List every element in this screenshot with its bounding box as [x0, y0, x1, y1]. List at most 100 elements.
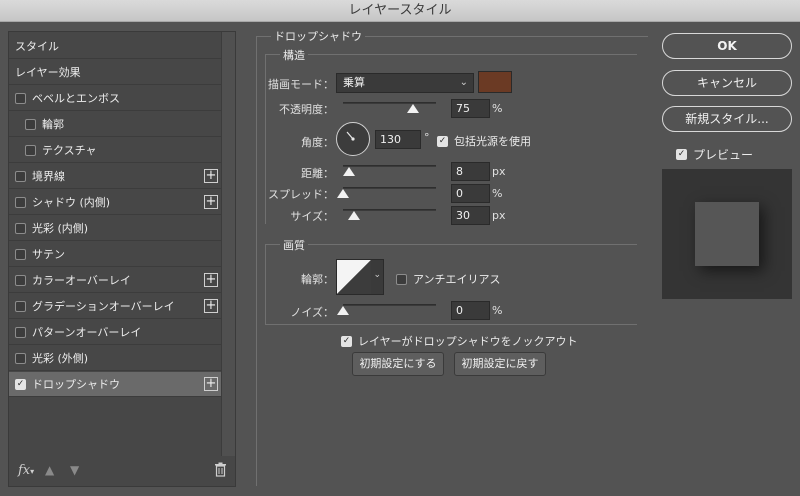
cancel-button[interactable]: キャンセル: [662, 70, 792, 96]
spread-input[interactable]: 0: [451, 184, 490, 203]
move-up-icon[interactable]: ▲: [45, 463, 54, 477]
ok-button[interactable]: OK: [662, 33, 792, 59]
preview-label: プレビュー: [693, 148, 754, 162]
style-item-checkbox[interactable]: [15, 196, 26, 208]
style-item-checkbox[interactable]: [15, 222, 26, 234]
preview-checkbox[interactable]: ✓ プレビュー: [676, 146, 753, 163]
quality-heading: 画質: [280, 237, 308, 253]
style-item-checkbox[interactable]: [15, 300, 26, 312]
style-item-checkbox[interactable]: [15, 326, 26, 338]
contour-preview-icon: [337, 260, 371, 294]
angle-label: 角度：: [301, 136, 334, 149]
spread-slider-thumb[interactable]: [337, 189, 349, 198]
style-item-label: カラーオーバーレイ: [32, 274, 131, 287]
knockout-checkbox[interactable]: ✓ レイヤーがドロップシャドウをノックアウト: [341, 333, 577, 349]
style-item[interactable]: テクスチャ: [9, 138, 221, 163]
style-item[interactable]: シャドウ (内側) +: [9, 190, 221, 215]
spread-unit: %: [492, 187, 503, 200]
move-down-icon[interactable]: ▼: [70, 463, 79, 477]
noise-slider[interactable]: [343, 304, 436, 306]
panel-frame-left: [256, 36, 257, 486]
preview-thumbnail: [695, 202, 759, 266]
style-item[interactable]: カラーオーバーレイ +: [9, 268, 221, 293]
style-item-checkbox[interactable]: [15, 352, 26, 364]
distance-input[interactable]: 8: [451, 162, 490, 181]
style-list-panel: スタイル レイヤー効果 ベベルとエンボス 輪郭 テクスチャ 境界線 + シャドウ (内側) + 光…: [8, 31, 236, 487]
style-item-label: ベベルとエンボス: [32, 92, 120, 105]
style-item-checkbox[interactable]: [15, 248, 26, 260]
style-item[interactable]: 光彩 (内側): [9, 216, 221, 241]
style-item[interactable]: パターンオーバーレイ: [9, 320, 221, 345]
window-title-bar: レイヤースタイル: [0, 0, 800, 22]
preview-check-icon[interactable]: ✓: [676, 149, 687, 160]
style-item[interactable]: 境界線 +: [9, 164, 221, 189]
add-effect-plus-icon[interactable]: +: [204, 169, 218, 183]
opacity-slider-thumb[interactable]: [406, 104, 419, 113]
contour-picker[interactable]: ⌄: [336, 259, 384, 295]
angle-unit: °: [424, 131, 430, 144]
antialias-check-icon[interactable]: [396, 273, 407, 285]
style-item-checkbox[interactable]: [15, 274, 26, 286]
style-item[interactable]: ✓ ドロップシャドウ +: [9, 372, 221, 397]
style-item[interactable]: サテン: [9, 242, 221, 267]
noise-label: ノイズ：: [290, 306, 334, 319]
style-item-checkbox[interactable]: [15, 170, 26, 182]
noise-slider-thumb[interactable]: [337, 306, 349, 315]
style-list-scrollbar[interactable]: [221, 32, 235, 456]
fx-label: fx: [18, 463, 31, 478]
shadow-color-swatch[interactable]: [478, 71, 512, 93]
opacity-slider[interactable]: [343, 102, 436, 104]
size-input[interactable]: 30: [451, 206, 490, 225]
angle-input[interactable]: 130: [375, 130, 421, 149]
angle-dial[interactable]: [336, 122, 370, 156]
distance-slider[interactable]: [343, 165, 436, 167]
style-list-footer: fx▾ ▲ ▼: [9, 456, 235, 486]
style-item[interactable]: 輪郭: [9, 112, 221, 137]
add-effect-plus-icon[interactable]: +: [204, 273, 218, 287]
knockout-check-icon[interactable]: ✓: [341, 335, 352, 347]
size-slider-thumb[interactable]: [348, 211, 361, 220]
add-effect-plus-icon[interactable]: +: [204, 377, 218, 391]
new-style-button[interactable]: 新規スタイル...: [662, 106, 792, 132]
add-effect-plus-icon[interactable]: +: [204, 299, 218, 313]
noise-unit: %: [492, 304, 503, 317]
reset-default-button[interactable]: 初期設定に戻す: [454, 352, 546, 376]
panel-title: ドロップシャドウ: [271, 28, 365, 44]
style-item[interactable]: 光彩 (外側): [9, 346, 221, 371]
antialias-checkbox[interactable]: アンチエイリアス: [396, 271, 501, 287]
global-light-check-icon[interactable]: ✓: [437, 135, 448, 147]
style-item-checkbox[interactable]: ✓: [15, 378, 26, 390]
size-unit: px: [492, 209, 506, 222]
blend-mode-value: 乗算: [343, 76, 365, 89]
style-item[interactable]: スタイル: [9, 34, 221, 59]
style-item-label: テクスチャ: [42, 144, 97, 157]
quality-frame-bottom: [265, 324, 637, 325]
add-effect-plus-icon[interactable]: +: [204, 195, 218, 209]
style-item-checkbox[interactable]: [15, 92, 26, 104]
blend-mode-select[interactable]: 乗算 ⌄: [336, 73, 474, 93]
style-item-checkbox[interactable]: [25, 118, 36, 130]
style-item-checkbox[interactable]: [25, 144, 36, 156]
style-item[interactable]: グラデーションオーバーレイ +: [9, 294, 221, 319]
style-item[interactable]: ベベルとエンボス: [9, 86, 221, 111]
style-item-label: スタイル: [15, 40, 59, 53]
spread-slider[interactable]: [343, 187, 436, 189]
distance-label: 距離：: [301, 167, 334, 180]
make-default-button[interactable]: 初期設定にする: [352, 352, 444, 376]
distance-slider-thumb[interactable]: [342, 167, 355, 176]
noise-input[interactable]: 0: [451, 301, 490, 320]
style-preview: [662, 169, 792, 299]
blend-mode-label: 描画モード：: [268, 78, 334, 91]
style-item-label: 境界線: [32, 170, 65, 183]
style-item-label: レイヤー効果: [15, 66, 81, 79]
fx-menu-icon[interactable]: fx▾: [18, 463, 34, 478]
trash-icon[interactable]: [214, 462, 227, 480]
style-item-label: グラデーションオーバーレイ: [32, 300, 175, 313]
style-item-label: ドロップシャドウ: [32, 378, 120, 391]
structure-frame-top: [265, 54, 637, 55]
global-light-checkbox[interactable]: ✓ 包括光源を使用: [437, 133, 531, 149]
opacity-input[interactable]: 75: [451, 99, 490, 118]
style-item[interactable]: レイヤー効果: [9, 60, 221, 85]
quality-frame-left: [265, 244, 266, 324]
contour-label: 輪郭：: [301, 273, 334, 286]
